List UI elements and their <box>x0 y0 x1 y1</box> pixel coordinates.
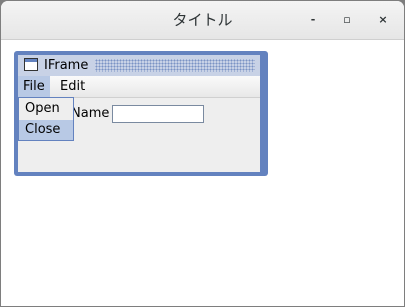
internal-frame-title: IFrame <box>44 58 89 73</box>
name-input[interactable] <box>112 105 204 123</box>
menu-item-close[interactable]: Close <box>19 120 73 140</box>
minimize-button[interactable]: - <box>304 11 322 29</box>
file-menu-dropdown: Open Close <box>18 97 74 141</box>
menu-edit[interactable]: Edit <box>55 76 90 97</box>
close-button[interactable]: × <box>374 11 392 29</box>
maximize-button[interactable]: ▫ <box>338 11 356 29</box>
internal-frame-titlebar[interactable]: IFrame <box>18 55 260 76</box>
internal-frame: IFrame File Edit Name Open Close <box>14 51 268 176</box>
internal-frame-body: File Edit Name Open Close <box>18 76 260 172</box>
menu-item-open[interactable]: Open <box>19 99 73 119</box>
name-label: Name <box>71 106 110 121</box>
menu-bar: File Edit <box>18 76 260 98</box>
desktop-pane: IFrame File Edit Name Open Close <box>1 40 404 306</box>
app-window: タイトル - ▫ × IFrame File Edit Name Open Cl… <box>1 1 404 306</box>
titlebar-grip <box>95 59 255 72</box>
window-titlebar[interactable]: タイトル - ▫ × <box>1 1 404 40</box>
frame-icon <box>24 58 38 71</box>
menu-file[interactable]: File <box>18 76 50 97</box>
